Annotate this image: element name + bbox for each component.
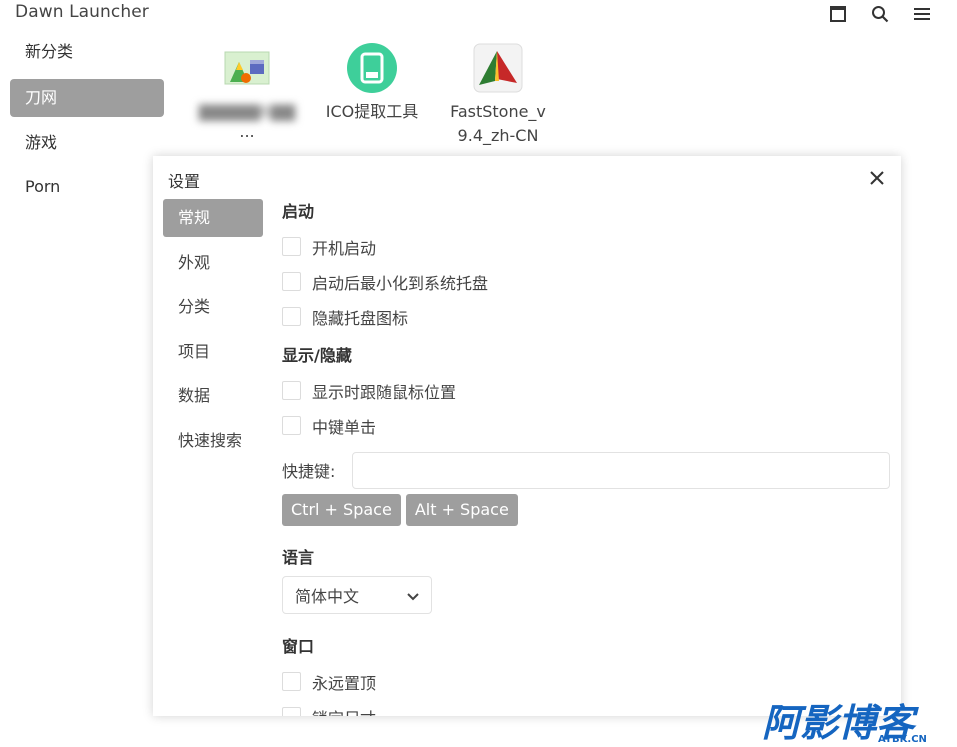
- display-option-follow-mouse[interactable]: 显示时跟随鼠标位置: [282, 373, 892, 408]
- category-new[interactable]: 新分类: [10, 33, 164, 71]
- checkbox[interactable]: [282, 381, 301, 400]
- launcher-item-label-line2: 9.4_zh-CN: [457, 126, 539, 145]
- category-games[interactable]: 游戏: [10, 124, 164, 162]
- dialog-title: 设置: [168, 172, 201, 191]
- window-option-always-on-top[interactable]: 永远置顶: [282, 664, 892, 699]
- startup-option-hide-tray[interactable]: 隐藏托盘图标: [282, 299, 892, 334]
- launcher-item[interactable]: ▇▇▇▇▇6▇▇ ...: [192, 42, 302, 144]
- startup-option-boot[interactable]: 开机启动: [282, 229, 892, 264]
- checkbox[interactable]: [282, 672, 301, 691]
- image-file-icon: [221, 42, 273, 94]
- menu-icon[interactable]: [901, 2, 943, 26]
- hotkey-label: 快捷键:: [282, 462, 336, 481]
- tab-data[interactable]: 数据: [163, 377, 263, 415]
- settings-content: 启动 开机启动 启动后最小化到系统托盘 隐藏托盘图标 显示/隐藏 显示时跟随鼠标…: [282, 199, 892, 716]
- close-icon[interactable]: [865, 166, 889, 190]
- hotkey-presets: Ctrl + Space Alt + Space: [282, 494, 892, 526]
- section-startup-heading: 启动: [282, 202, 315, 221]
- maximize-icon[interactable]: [817, 2, 859, 26]
- hotkey-ctrl-space-button[interactable]: Ctrl + Space: [282, 494, 401, 526]
- launcher-item-label: ▇▇▇▇▇6▇▇: [198, 102, 296, 121]
- checkbox[interactable]: [282, 416, 301, 435]
- settings-nav: 常规 外观 分类 项目 数据 快速搜索: [163, 199, 263, 466]
- settings-dialog: 设置 常规 外观 分类 项目 数据 快速搜索 启动 开机启动 启动后最小化到系统…: [153, 156, 901, 716]
- tab-quick-search[interactable]: 快速搜索: [163, 422, 263, 460]
- ico-tool-icon: [346, 42, 398, 94]
- tab-general[interactable]: 常规: [163, 199, 263, 237]
- category-porn[interactable]: Porn: [10, 168, 164, 206]
- launcher-item-ico-tool[interactable]: ICO提取工具: [317, 42, 427, 124]
- hotkey-input[interactable]: [352, 451, 890, 489]
- hotkey-row: 快捷键:: [282, 451, 892, 489]
- language-selected: 简体中文: [295, 587, 360, 606]
- search-icon[interactable]: [859, 2, 901, 26]
- svg-text:AYBK.CN: AYBK.CN: [878, 734, 927, 745]
- checkbox[interactable]: [282, 707, 301, 716]
- tab-appearance[interactable]: 外观: [163, 244, 263, 282]
- display-option-middle-click[interactable]: 中键单击: [282, 408, 892, 443]
- checkbox[interactable]: [282, 307, 301, 326]
- launcher-item-faststone[interactable]: FastStone_v 9.4_zh-CN: [443, 42, 553, 148]
- chevron-down-icon: [407, 586, 419, 605]
- faststone-icon: [472, 42, 524, 94]
- window-controls: [817, 2, 943, 26]
- section-language-heading: 语言: [282, 548, 315, 567]
- launcher-item-label: ICO提取工具: [325, 102, 419, 121]
- tab-items[interactable]: 项目: [163, 333, 263, 371]
- section-window-heading: 窗口: [282, 637, 315, 656]
- checkbox[interactable]: [282, 272, 301, 291]
- tab-category[interactable]: 分类: [163, 288, 263, 326]
- app-title: Dawn Launcher: [15, 2, 149, 22]
- launcher-item-label: FastStone_v: [450, 102, 546, 121]
- checkbox[interactable]: [282, 237, 301, 256]
- startup-option-minimize[interactable]: 启动后最小化到系统托盘: [282, 264, 892, 299]
- language-select[interactable]: 简体中文: [282, 576, 432, 614]
- category-daowang[interactable]: 刀网: [10, 79, 164, 117]
- hotkey-alt-space-button[interactable]: Alt + Space: [405, 494, 518, 526]
- section-display-heading: 显示/隐藏: [282, 346, 352, 365]
- watermark-logo: 阿影博客 AYBK.CN: [760, 700, 955, 745]
